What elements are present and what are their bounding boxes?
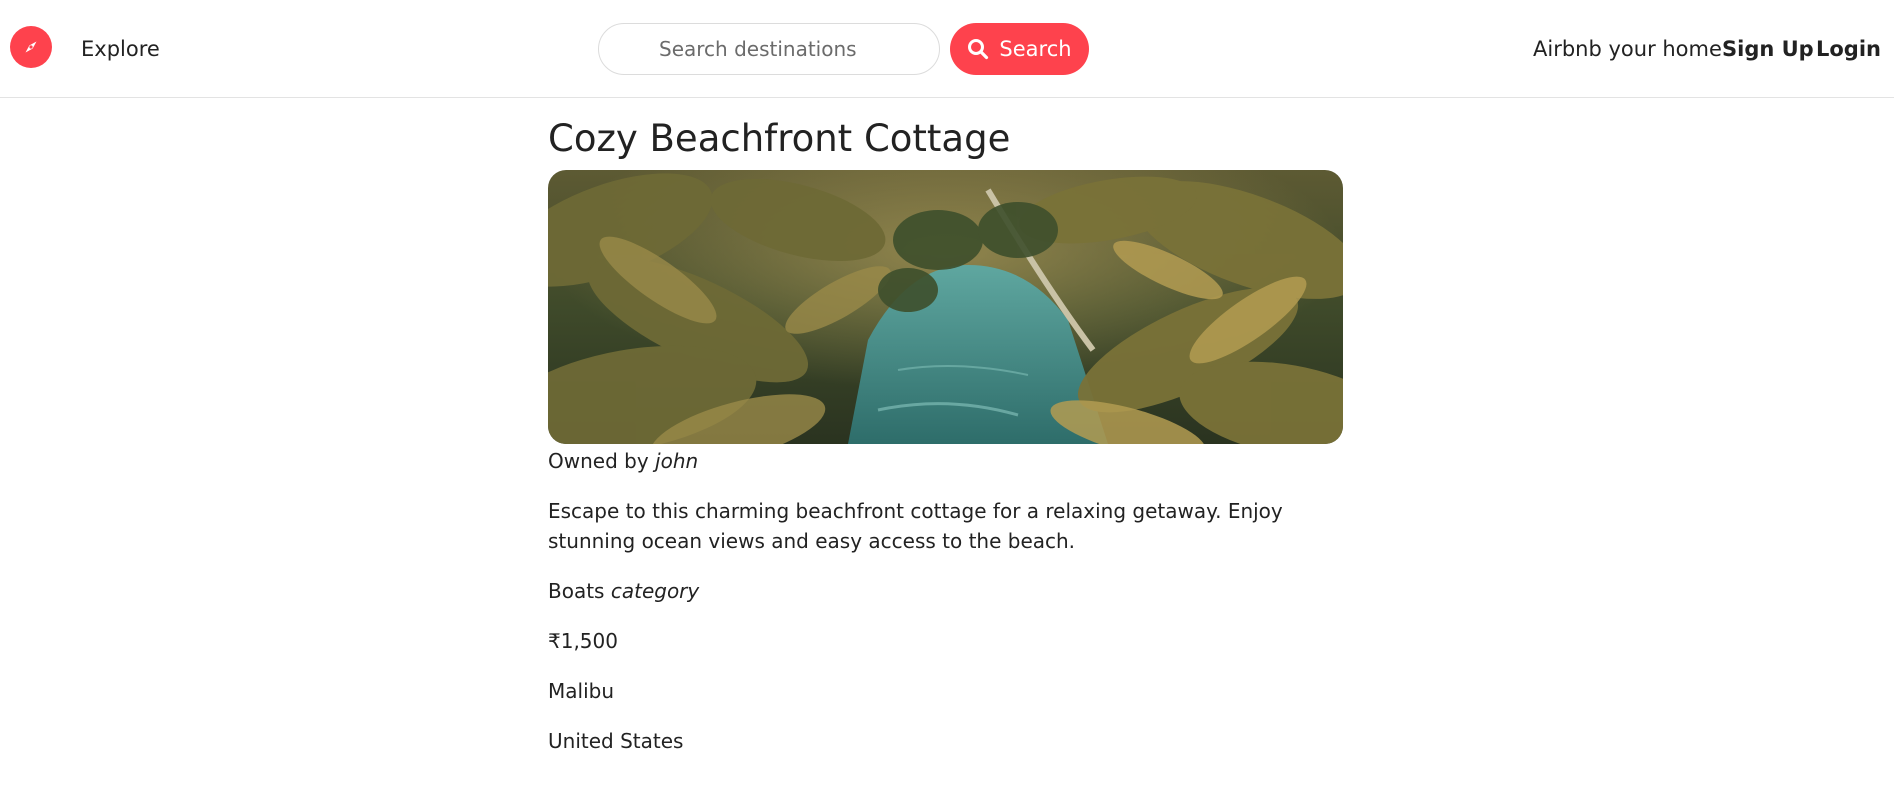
listing-location: Malibu [548, 679, 614, 703]
category-name: Boats [548, 579, 605, 603]
search-button-label: Search [999, 37, 1072, 61]
listing-title: Cozy Beachfront Cottage [548, 117, 1011, 160]
nav-signup-link[interactable]: Sign Up [1722, 34, 1814, 64]
navbar: Explore Search Airbnb your home Sign Up … [0, 0, 1894, 98]
logo-compass-icon[interactable] [10, 26, 52, 68]
search-icon [968, 39, 989, 60]
nav-airbnb-your-home-link[interactable]: Airbnb your home [1533, 34, 1722, 64]
listing-owner: Owned by john [548, 446, 1343, 476]
listing-details: Cozy Beachfront Cottage Owned by john Es… [548, 112, 1343, 756]
listing-price: ₹1,500 [548, 629, 618, 653]
owner-name: john [655, 449, 699, 473]
listing-image [548, 170, 1343, 444]
listing-country: United States [548, 729, 684, 753]
owner-prefix: Owned by [548, 449, 649, 473]
search-button[interactable]: Search [950, 23, 1089, 75]
listing-description: Escape to this charming beachfront cotta… [548, 499, 1283, 553]
category-suffix: category [610, 579, 700, 603]
search-input[interactable] [598, 23, 940, 75]
nav-login-link[interactable]: Login [1816, 34, 1881, 64]
nav-explore-link[interactable]: Explore [81, 34, 160, 64]
listing-category: Boats category [548, 576, 1343, 606]
